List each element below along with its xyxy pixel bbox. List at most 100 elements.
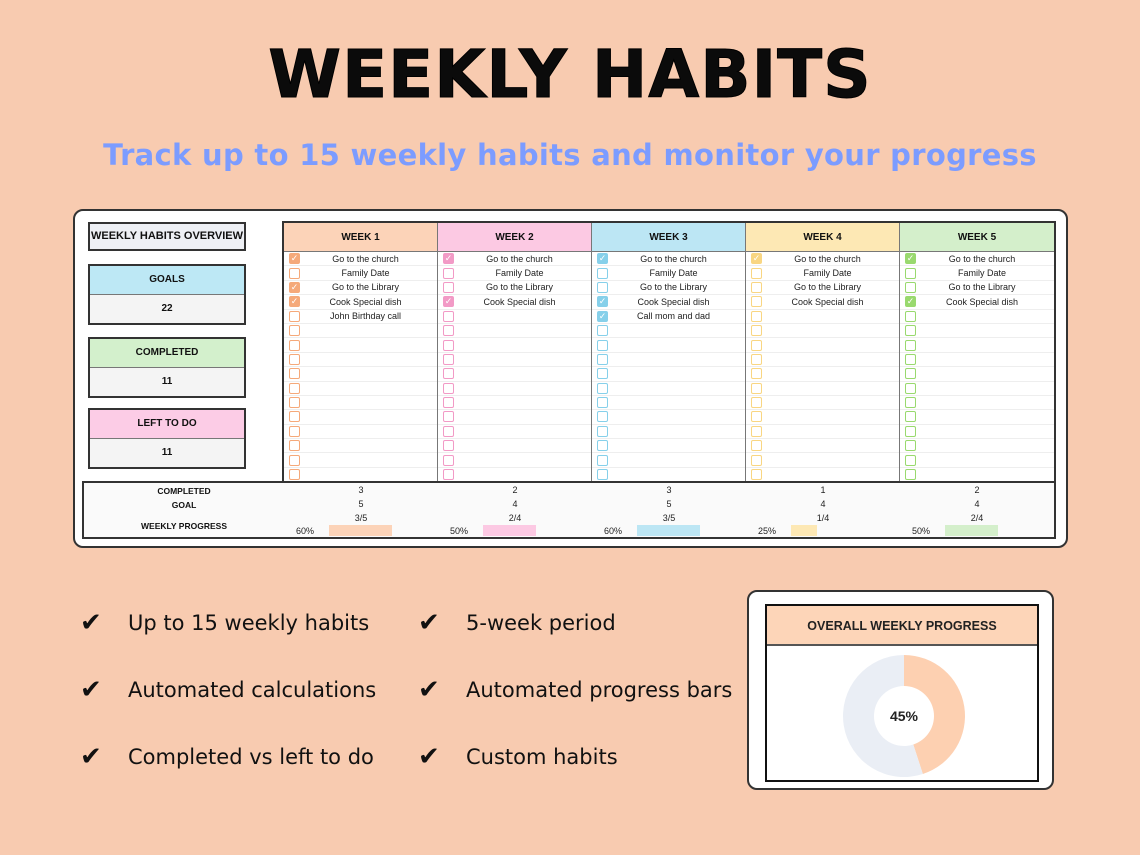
habit-name[interactable]: Go to the Library <box>916 282 1054 292</box>
habit-checkbox[interactable] <box>751 382 762 394</box>
habit-checkbox[interactable] <box>289 368 300 380</box>
habit-checkbox[interactable] <box>597 281 608 293</box>
habit-checkbox-checked[interactable]: ✓ <box>289 296 300 308</box>
habit-checkbox[interactable] <box>905 267 916 279</box>
habit-name[interactable]: Cook Special dish <box>762 297 899 307</box>
habit-name[interactable]: Family Date <box>762 268 899 278</box>
habit-checkbox[interactable] <box>751 325 762 337</box>
habit-checkbox[interactable] <box>597 267 608 279</box>
habit-checkbox[interactable] <box>443 339 454 351</box>
habit-checkbox[interactable] <box>443 440 454 452</box>
habit-name[interactable]: Go to the church <box>454 254 591 264</box>
habit-checkbox[interactable] <box>751 267 762 279</box>
habit-checkbox[interactable] <box>597 339 608 351</box>
habit-checkbox[interactable] <box>443 454 454 466</box>
habit-name[interactable]: John Birthday call <box>300 311 437 321</box>
habit-checkbox[interactable] <box>751 397 762 409</box>
habit-checkbox[interactable] <box>905 353 916 365</box>
habit-checkbox[interactable] <box>751 339 762 351</box>
habit-checkbox-checked[interactable]: ✓ <box>597 310 608 322</box>
habit-checkbox-checked[interactable]: ✓ <box>289 281 300 293</box>
habit-checkbox-checked[interactable]: ✓ <box>905 296 916 308</box>
habit-name[interactable]: Go to the Library <box>454 282 591 292</box>
habit-checkbox[interactable] <box>751 310 762 322</box>
habit-checkbox[interactable] <box>289 267 300 279</box>
habit-checkbox[interactable] <box>597 325 608 337</box>
habit-checkbox[interactable] <box>751 368 762 380</box>
habit-checkbox[interactable] <box>289 353 300 365</box>
habit-checkbox[interactable] <box>905 382 916 394</box>
habit-name[interactable]: Cook Special dish <box>454 297 591 307</box>
habit-name[interactable]: Go to the church <box>608 254 745 264</box>
habit-checkbox[interactable] <box>289 339 300 351</box>
habit-checkbox[interactable] <box>905 397 916 409</box>
habit-checkbox[interactable] <box>443 310 454 322</box>
habit-checkbox[interactable] <box>597 469 608 481</box>
habit-name[interactable]: Cook Special dish <box>608 297 745 307</box>
habit-checkbox[interactable] <box>289 382 300 394</box>
habit-checkbox[interactable] <box>443 411 454 423</box>
habit-checkbox[interactable] <box>289 440 300 452</box>
habit-checkbox[interactable] <box>289 325 300 337</box>
habit-checkbox[interactable] <box>597 382 608 394</box>
habit-checkbox[interactable] <box>905 411 916 423</box>
habit-checkbox-checked[interactable]: ✓ <box>443 296 454 308</box>
habit-checkbox[interactable] <box>443 397 454 409</box>
habit-checkbox[interactable] <box>443 353 454 365</box>
habit-checkbox[interactable] <box>751 454 762 466</box>
habit-checkbox[interactable] <box>905 310 916 322</box>
habit-checkbox[interactable] <box>751 353 762 365</box>
habit-checkbox[interactable] <box>905 425 916 437</box>
habit-name[interactable]: Family Date <box>916 268 1054 278</box>
habit-name[interactable]: Cook Special dish <box>916 297 1054 307</box>
habit-checkbox[interactable] <box>443 267 454 279</box>
habit-name[interactable]: Family Date <box>300 268 437 278</box>
habit-checkbox[interactable] <box>751 440 762 452</box>
habit-checkbox[interactable] <box>289 469 300 481</box>
habit-checkbox-checked[interactable]: ✓ <box>597 296 608 308</box>
habit-checkbox[interactable] <box>597 454 608 466</box>
habit-checkbox[interactable] <box>289 425 300 437</box>
habit-checkbox[interactable] <box>751 425 762 437</box>
habit-checkbox-checked[interactable]: ✓ <box>289 253 300 265</box>
habit-checkbox[interactable] <box>443 281 454 293</box>
habit-checkbox[interactable] <box>597 353 608 365</box>
habit-name[interactable]: Go to the church <box>300 254 437 264</box>
habit-checkbox[interactable] <box>443 425 454 437</box>
habit-checkbox[interactable] <box>597 411 608 423</box>
habit-checkbox[interactable] <box>905 440 916 452</box>
habit-name[interactable]: Go to the Library <box>762 282 899 292</box>
habit-checkbox[interactable] <box>905 469 916 481</box>
habit-checkbox-checked[interactable]: ✓ <box>751 253 762 265</box>
habit-name[interactable]: Go to the church <box>762 254 899 264</box>
habit-checkbox[interactable] <box>905 339 916 351</box>
habit-checkbox[interactable] <box>597 440 608 452</box>
habit-name[interactable]: Cook Special dish <box>300 297 437 307</box>
habit-checkbox[interactable] <box>905 368 916 380</box>
habit-checkbox[interactable] <box>443 469 454 481</box>
habit-checkbox[interactable] <box>905 281 916 293</box>
habit-checkbox-checked[interactable]: ✓ <box>443 253 454 265</box>
habit-checkbox[interactable] <box>597 397 608 409</box>
habit-checkbox[interactable] <box>443 368 454 380</box>
habit-checkbox[interactable] <box>597 368 608 380</box>
habit-checkbox[interactable] <box>289 310 300 322</box>
habit-name[interactable]: Family Date <box>454 268 591 278</box>
habit-checkbox[interactable] <box>905 325 916 337</box>
habit-checkbox-checked[interactable]: ✓ <box>905 253 916 265</box>
habit-checkbox-checked[interactable]: ✓ <box>597 253 608 265</box>
habit-checkbox[interactable] <box>443 382 454 394</box>
habit-checkbox[interactable] <box>597 425 608 437</box>
habit-name[interactable]: Call mom and dad <box>608 311 745 321</box>
habit-checkbox[interactable] <box>751 469 762 481</box>
habit-checkbox[interactable] <box>289 411 300 423</box>
habit-checkbox[interactable] <box>443 325 454 337</box>
habit-checkbox[interactable] <box>751 296 762 308</box>
habit-checkbox[interactable] <box>289 454 300 466</box>
habit-checkbox[interactable] <box>905 454 916 466</box>
habit-name[interactable]: Go to the Library <box>608 282 745 292</box>
habit-checkbox[interactable] <box>751 411 762 423</box>
habit-name[interactable]: Family Date <box>608 268 745 278</box>
habit-checkbox[interactable] <box>289 397 300 409</box>
habit-name[interactable]: Go to the church <box>916 254 1054 264</box>
